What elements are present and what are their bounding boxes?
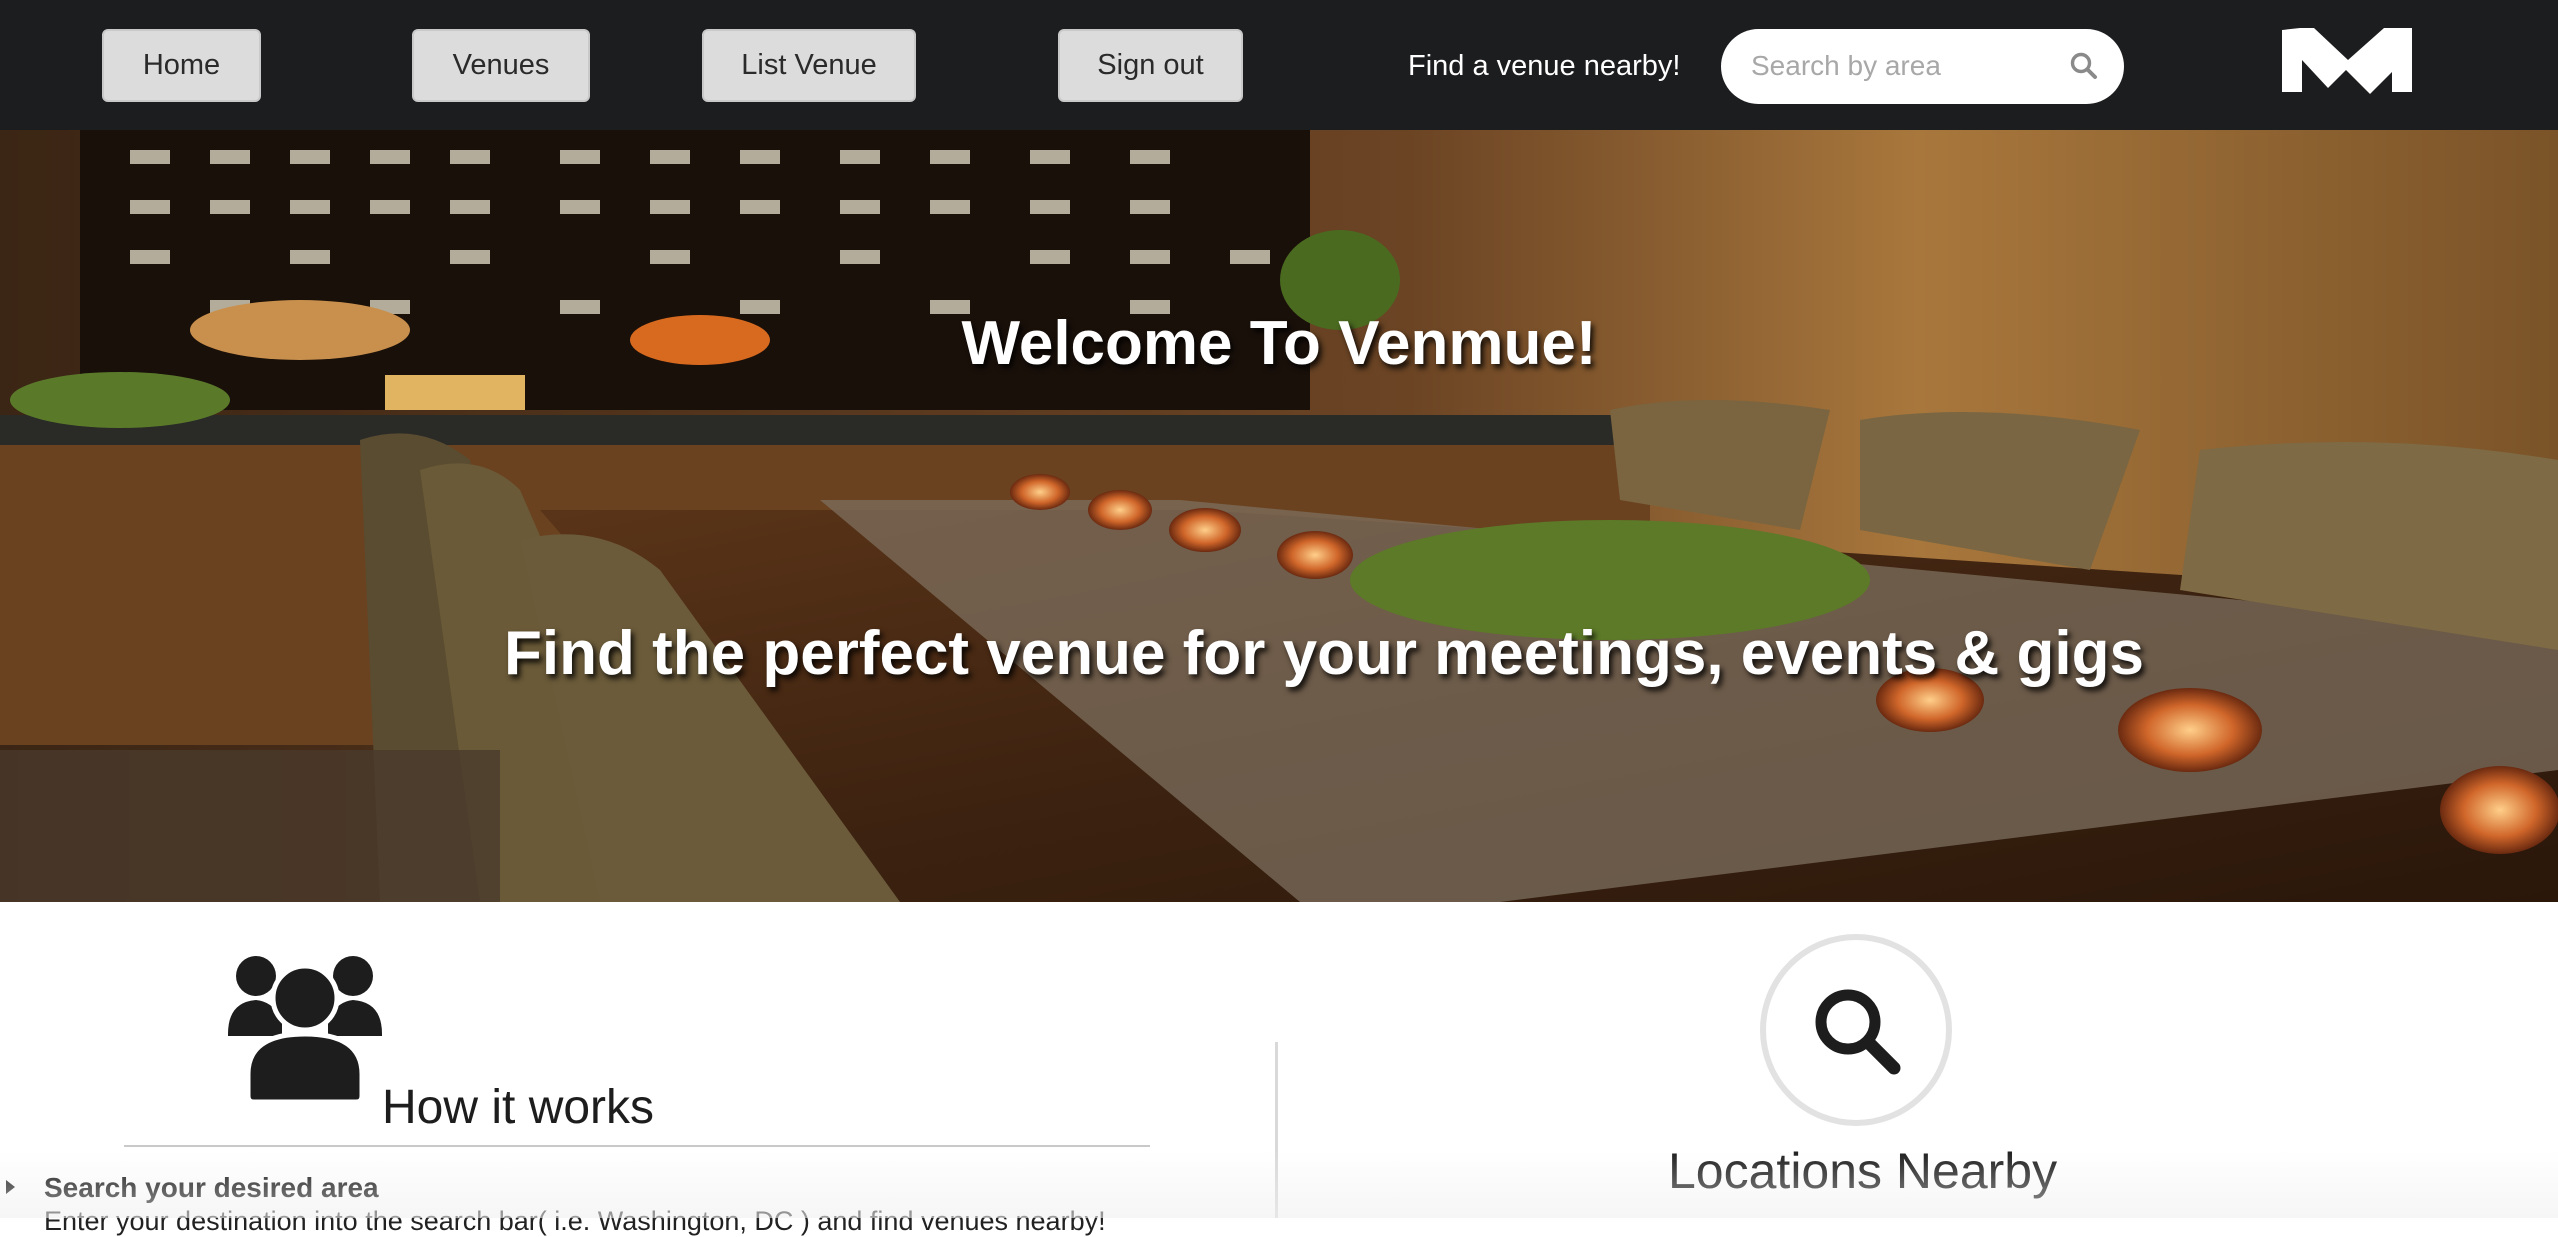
nav-home-button[interactable]: Home — [102, 29, 261, 102]
locations-icon-circle — [1760, 934, 1952, 1126]
hero-title: Welcome To Venmue! — [961, 309, 1597, 378]
top-navbar: Home Venues List Venue Sign out Find a v… — [0, 0, 2558, 130]
column-divider — [1275, 1042, 1278, 1218]
search-icon — [1815, 989, 1901, 1075]
nav-sign-out-button[interactable]: Sign out — [1058, 29, 1243, 102]
step-title[interactable]: Search your desired area — [44, 1172, 379, 1204]
locations-nearby-title: Locations Nearby — [1668, 1143, 2058, 1199]
section-divider — [124, 1145, 1150, 1147]
venmue-logo-icon[interactable] — [2280, 22, 2416, 96]
content-section: How it works Search your desired area En… — [0, 902, 2558, 1236]
hero-banner: Welcome To Venmue! Find the perfect venu… — [0, 130, 2558, 902]
caret-right-icon[interactable] — [6, 1180, 15, 1194]
nav-venues-button[interactable]: Venues — [412, 29, 590, 102]
nav-list-venue-button[interactable]: List Venue — [702, 29, 916, 102]
search-input[interactable] — [1751, 45, 2061, 87]
hero-subtitle: Find the perfect venue for your meetings… — [504, 619, 2144, 688]
how-it-works-title: How it works — [382, 1081, 655, 1134]
search-icon[interactable] — [2069, 51, 2099, 81]
nav-tagline: Find a venue nearby! — [1408, 50, 1681, 82]
hero-background-image — [0, 130, 2558, 902]
users-icon — [228, 956, 382, 1102]
search-box[interactable] — [1721, 29, 2124, 104]
step-description: Enter your destination into the search b… — [44, 1206, 1106, 1236]
